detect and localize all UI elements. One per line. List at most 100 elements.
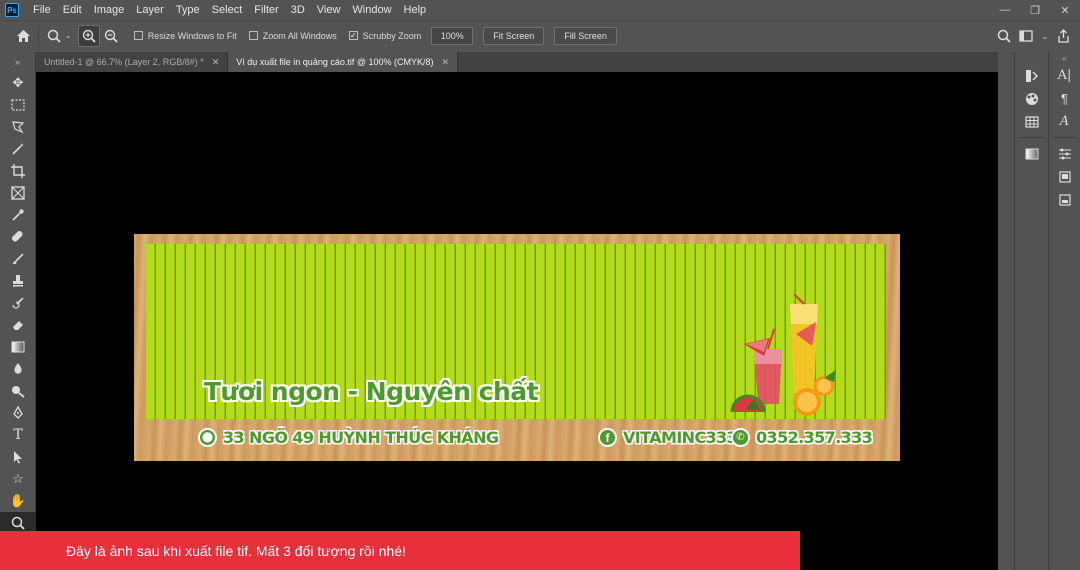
hand-tool-icon[interactable]: ✋ [0, 490, 36, 512]
zoom-all-windows-label: Zoom All Windows [262, 30, 337, 41]
close-window-button[interactable]: ✕ [1050, 0, 1080, 20]
facebook-text: VITAMINC333 [623, 428, 738, 447]
swatches-icon[interactable] [1015, 110, 1048, 133]
collapse-icon[interactable] [1015, 52, 1048, 64]
zoom-in-icon[interactable] [77, 24, 100, 47]
checkbox-box[interactable] [133, 31, 143, 40]
banner-image: Tươi ngon - Nguyên chất ⬤ 33 NGÕ 49 HUỲN… [134, 234, 900, 461]
history-icon[interactable] [1015, 64, 1048, 87]
tools-panel: » ✥ T ☆ ✋ [0, 52, 36, 570]
menu-select[interactable]: Select [206, 0, 249, 20]
frame-tool-icon[interactable] [0, 182, 36, 204]
eyedropper-tool-icon[interactable] [0, 204, 36, 226]
options-bar: ⌄ Resize Windows to Fit Zoom All Windows… [0, 20, 1080, 50]
fill-screen-button[interactable]: Fill Screen [554, 26, 617, 45]
tab-tif-document[interactable]: Ví dụ xuất file in quảng cáo.tif @ 100% … [228, 52, 459, 72]
facebook-info: f VITAMINC333 [598, 428, 738, 447]
zoom-all-windows-checkbox[interactable]: Zoom All Windows [248, 30, 337, 41]
zoom-tool-preset-icon[interactable] [43, 25, 65, 47]
menu-edit[interactable]: Edit [57, 0, 88, 20]
fit-screen-button[interactable]: Fit Screen [483, 26, 545, 45]
menu-window[interactable]: Window [346, 0, 397, 20]
healing-brush-tool-icon[interactable] [0, 226, 36, 248]
menu-file[interactable]: File [27, 0, 57, 20]
photoshop-logo: Ps [5, 3, 19, 17]
minimize-button[interactable]: — [990, 0, 1020, 20]
address-info: ⬤ 33 NGÕ 49 HUỲNH THÚC KHÁNG [198, 428, 499, 447]
eraser-tool-icon[interactable] [0, 314, 36, 336]
magic-wand-tool-icon[interactable] [0, 138, 36, 160]
zoom-out-icon[interactable] [100, 25, 122, 47]
gradient-tool-icon[interactable] [0, 336, 36, 358]
menu-3d[interactable]: 3D [285, 0, 311, 20]
pen-tool-icon[interactable] [0, 402, 36, 424]
path-selection-tool-icon[interactable] [0, 446, 36, 468]
close-icon[interactable]: ✕ [442, 57, 450, 68]
glyphs-icon[interactable]: A [1049, 110, 1080, 133]
panel-gap [998, 52, 1014, 570]
facebook-icon: f [598, 428, 617, 447]
tab-label: Untitled-1 @ 66.7% (Layer 2, RGB/8#) * [44, 57, 204, 67]
document-tabs: Untitled-1 @ 66.7% (Layer 2, RGB/8#) * ✕… [36, 52, 998, 72]
juice-drinks-illustration [730, 294, 836, 416]
move-tool-icon[interactable]: ✥ [0, 72, 36, 94]
paragraph-icon[interactable]: ¶ [1049, 87, 1080, 110]
menu-view[interactable]: View [311, 0, 347, 20]
zoom-level-field[interactable]: 100% [431, 26, 474, 45]
chevron-down-icon[interactable]: ⌄ [65, 31, 72, 40]
scrubby-zoom-checkbox[interactable]: ✓ Scrubby Zoom [348, 30, 422, 41]
right-dock-panel-1 [1014, 52, 1048, 570]
color-icon[interactable] [1015, 87, 1048, 110]
gradients-icon[interactable] [1015, 142, 1048, 165]
menu-type[interactable]: Type [170, 0, 206, 20]
properties-icon[interactable] [1049, 142, 1080, 165]
menu-help[interactable]: Help [398, 0, 433, 20]
address-text: 33 NGÕ 49 HUỲNH THÚC KHÁNG [223, 428, 499, 447]
chevron-down-icon[interactable]: ⌄ [1041, 32, 1048, 41]
scrubby-zoom-label: Scrubby Zoom [362, 30, 422, 41]
checkbox-checked[interactable]: ✓ [348, 31, 358, 40]
close-icon[interactable]: ✕ [212, 57, 220, 68]
menu-image[interactable]: Image [88, 0, 131, 20]
share-icon[interactable] [1052, 25, 1074, 47]
dodge-tool-icon[interactable] [0, 380, 36, 402]
layers-icon[interactable] [1049, 165, 1080, 188]
crop-tool-icon[interactable] [0, 160, 36, 182]
location-pin-icon: ⬤ [198, 428, 217, 447]
brush-tool-icon[interactable] [0, 248, 36, 270]
phone-text: 0352.357.333 [756, 428, 873, 447]
lasso-tool-icon[interactable] [0, 116, 36, 138]
workspace-icon[interactable] [1015, 25, 1037, 47]
divider [38, 25, 39, 46]
tab-untitled-1[interactable]: Untitled-1 @ 66.7% (Layer 2, RGB/8#) * ✕ [36, 52, 229, 72]
menu-layer[interactable]: Layer [130, 0, 170, 20]
resize-windows-checkbox[interactable]: Resize Windows to Fit [133, 30, 237, 41]
phone-info: ✆ 0352.357.333 [731, 428, 873, 447]
phone-icon: ✆ [731, 428, 750, 447]
notice-banner: Đây là ảnh sau khi xuất file tif. Mất 3 … [0, 531, 800, 570]
collapse-icon[interactable]: » [0, 52, 35, 72]
restore-button[interactable]: ❐ [1020, 0, 1050, 20]
divider [1019, 137, 1044, 138]
type-tool-icon[interactable]: T [0, 424, 36, 446]
menu-bar: Ps File Edit Image Layer Type Select Fil… [0, 0, 1080, 20]
resize-windows-label: Resize Windows to Fit [147, 30, 237, 41]
blur-tool-icon[interactable] [0, 358, 36, 380]
character-icon[interactable]: A| [1049, 64, 1080, 87]
custom-shape-tool-icon[interactable]: ☆ [0, 468, 36, 490]
channels-icon[interactable] [1049, 188, 1080, 211]
collapse-icon[interactable]: « [1049, 52, 1080, 64]
tab-label: Ví dụ xuất file in quảng cáo.tif @ 100% … [236, 57, 434, 67]
home-icon[interactable] [12, 25, 34, 47]
menu-filter[interactable]: Filter [248, 0, 284, 20]
banner-slogan: Tươi ngon - Nguyên chất [204, 377, 539, 406]
history-brush-tool-icon[interactable] [0, 292, 36, 314]
options-right-icons: ⌄ [993, 25, 1074, 47]
clone-stamp-tool-icon[interactable] [0, 270, 36, 292]
search-icon[interactable] [993, 25, 1015, 47]
notice-text: Đây là ảnh sau khi xuất file tif. Mất 3 … [66, 542, 406, 559]
window-controls: — ❐ ✕ [990, 0, 1080, 20]
marquee-tool-icon[interactable] [0, 94, 36, 116]
canvas-area[interactable]: Tươi ngon - Nguyên chất ⬤ 33 NGÕ 49 HUỲN… [36, 72, 998, 570]
checkbox-box[interactable] [248, 31, 258, 40]
